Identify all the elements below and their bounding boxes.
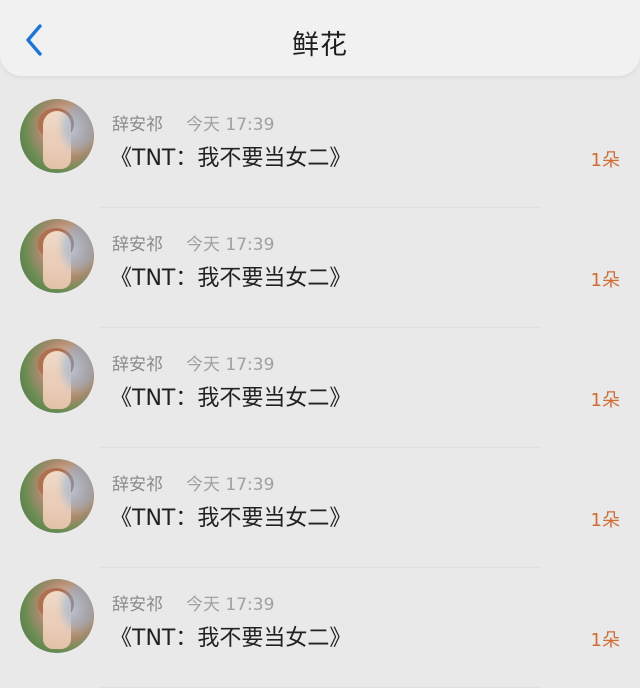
flower-count: 1朵 xyxy=(590,150,620,171)
avatar[interactable] xyxy=(20,459,94,533)
work-title[interactable]: 《TNT：我不要当女二》 xyxy=(110,620,351,652)
timestamp: 今天 17:39 xyxy=(186,475,275,495)
list-item[interactable]: 辞安祁 今天 17:39 《TNT：我不要当女二》 1朵 xyxy=(0,448,640,568)
flower-record-list: 辞安祁 今天 17:39 《TNT：我不要当女二》 1朵 辞安祁 今天 17:3… xyxy=(0,88,640,688)
timestamp: 今天 17:39 xyxy=(186,595,275,615)
avatar[interactable] xyxy=(20,579,94,653)
flower-count: 1朵 xyxy=(590,630,620,651)
work-title[interactable]: 《TNT：我不要当女二》 xyxy=(110,380,351,412)
work-title[interactable]: 《TNT：我不要当女二》 xyxy=(110,140,351,172)
username[interactable]: 辞安祁 xyxy=(112,350,163,375)
username[interactable]: 辞安祁 xyxy=(112,230,163,255)
top-bar: 鲜花 xyxy=(0,0,640,76)
timestamp: 今天 17:39 xyxy=(186,355,275,375)
avatar[interactable] xyxy=(20,339,94,413)
work-title[interactable]: 《TNT：我不要当女二》 xyxy=(110,500,351,532)
list-item[interactable]: 辞安祁 今天 17:39 《TNT：我不要当女二》 1朵 xyxy=(0,568,640,688)
flower-count: 1朵 xyxy=(590,270,620,291)
username[interactable]: 辞安祁 xyxy=(112,590,163,615)
timestamp: 今天 17:39 xyxy=(186,115,275,135)
list-item[interactable]: 辞安祁 今天 17:39 《TNT：我不要当女二》 1朵 xyxy=(0,328,640,448)
username[interactable]: 辞安祁 xyxy=(112,110,163,135)
avatar[interactable] xyxy=(20,219,94,293)
timestamp: 今天 17:39 xyxy=(186,235,275,255)
flower-count: 1朵 xyxy=(590,510,620,531)
page-title: 鲜花 xyxy=(292,30,348,61)
flower-count: 1朵 xyxy=(590,390,620,411)
list-item[interactable]: 辞安祁 今天 17:39 《TNT：我不要当女二》 1朵 xyxy=(0,88,640,208)
username[interactable]: 辞安祁 xyxy=(112,470,163,495)
list-item[interactable]: 辞安祁 今天 17:39 《TNT：我不要当女二》 1朵 xyxy=(0,208,640,328)
avatar[interactable] xyxy=(20,99,94,173)
work-title[interactable]: 《TNT：我不要当女二》 xyxy=(110,260,351,292)
